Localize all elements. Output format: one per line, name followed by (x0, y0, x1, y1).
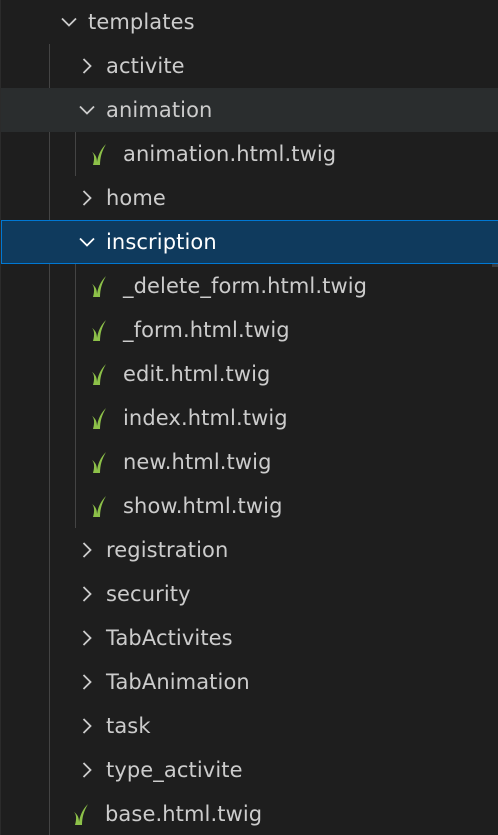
chevron-down-icon (76, 99, 98, 121)
tree-folder-type-activite[interactable]: type_activite (1, 748, 498, 792)
tree-item-label: security (106, 582, 191, 606)
twig-file-icon (89, 141, 111, 167)
tree-item-label: home (106, 186, 166, 210)
tree-item-label: animation.html.twig (123, 142, 337, 166)
tree-item-label: task (106, 714, 151, 738)
chevron-right-icon (76, 671, 98, 693)
tree-folder-templates[interactable]: templates (1, 0, 498, 44)
tree-folder-home[interactable]: home (1, 176, 498, 220)
tree-file-form-html-twig[interactable]: _form.html.twig (1, 308, 498, 352)
tree-item-label: TabActivites (106, 626, 233, 650)
tree-file-edit-html-twig[interactable]: edit.html.twig (1, 352, 498, 396)
tree-file-show-html-twig[interactable]: show.html.twig (1, 484, 498, 528)
tree-file-animation-html-twig[interactable]: animation.html.twig (1, 132, 498, 176)
tree-folder-animation[interactable]: animation (1, 88, 498, 132)
tree-item-label: templates (88, 10, 195, 34)
tree-folder-task[interactable]: task (1, 704, 498, 748)
tree-item-label: inscription (106, 230, 217, 254)
tree-folder-inscription[interactable]: inscription (1, 220, 498, 264)
tree-item-label: _delete_form.html.twig (123, 274, 368, 298)
tree-item-label: type_activite (106, 758, 243, 782)
chevron-right-icon (76, 627, 98, 649)
chevron-right-icon (76, 583, 98, 605)
file-explorer: templates activite animation animation.h… (0, 0, 498, 835)
tree-folder-tabactivites[interactable]: TabActivites (1, 616, 498, 660)
chevron-down-icon (76, 231, 98, 253)
twig-file-icon (89, 361, 111, 387)
twig-file-icon (89, 405, 111, 431)
tree-file-base-html-twig[interactable]: base.html.twig (1, 792, 498, 835)
twig-file-icon (89, 317, 111, 343)
tree-item-label: edit.html.twig (123, 362, 271, 386)
twig-file-icon (89, 493, 111, 519)
chevron-right-icon (76, 715, 98, 737)
tree-item-label: animation (106, 98, 213, 122)
tree-item-label: TabAnimation (106, 670, 250, 694)
twig-file-icon (71, 801, 93, 827)
chevron-down-icon (58, 11, 80, 33)
tree-file-delete-form-html-twig[interactable]: _delete_form.html.twig (1, 264, 498, 308)
tree-item-label: base.html.twig (105, 802, 263, 826)
tree-item-label: _form.html.twig (123, 318, 290, 342)
tree-file-index-html-twig[interactable]: index.html.twig (1, 396, 498, 440)
chevron-right-icon (76, 55, 98, 77)
tree-item-label: index.html.twig (123, 406, 288, 430)
tree-item-label: new.html.twig (123, 450, 272, 474)
tree-folder-activite[interactable]: activite (1, 44, 498, 88)
tree-item-label: show.html.twig (123, 494, 283, 518)
twig-file-icon (89, 449, 111, 475)
twig-file-icon (89, 273, 111, 299)
chevron-right-icon (76, 187, 98, 209)
tree-item-label: activite (106, 54, 185, 78)
tree-folder-security[interactable]: security (1, 572, 498, 616)
tree-item-label: registration (106, 538, 229, 562)
tree-folder-tabanimation[interactable]: TabAnimation (1, 660, 498, 704)
chevron-right-icon (76, 539, 98, 561)
tree-folder-registration[interactable]: registration (1, 528, 498, 572)
chevron-right-icon (76, 759, 98, 781)
tree-file-new-html-twig[interactable]: new.html.twig (1, 440, 498, 484)
